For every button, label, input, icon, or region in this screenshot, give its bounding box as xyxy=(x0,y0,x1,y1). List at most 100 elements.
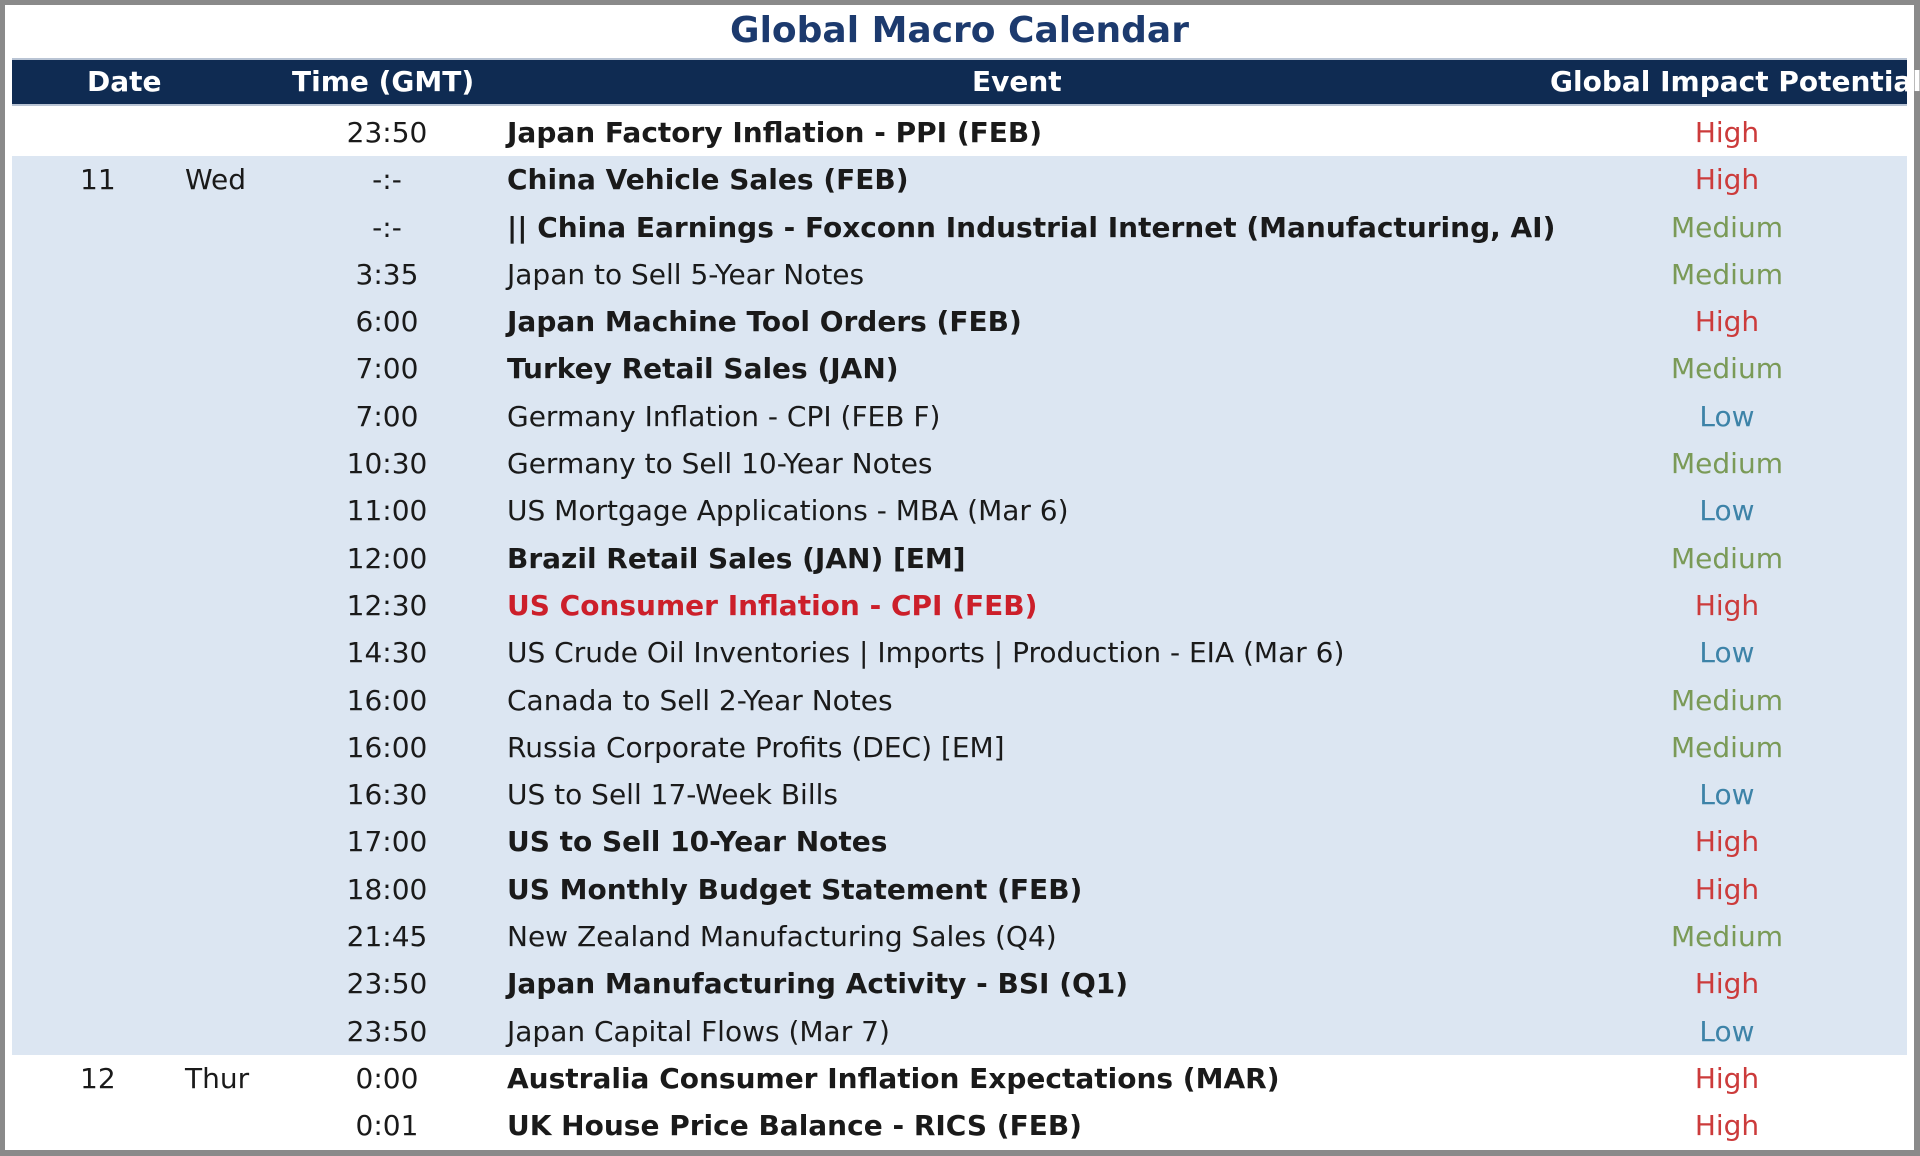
event-name: US Consumer Inflation - CPI (FEB) xyxy=(507,588,1038,622)
impact-level: High xyxy=(1694,825,1760,859)
table-row: 11 Wed -:- China Vehicle Sales (FEB) High xyxy=(12,156,1907,204)
event-name: US Monthly Budget Statement (FEB) xyxy=(507,872,1083,906)
date-day xyxy=(80,204,140,251)
event-name: Japan Capital Flows (Mar 7) xyxy=(507,1014,890,1048)
event-time: 16:00 xyxy=(346,730,428,764)
event-time: 0:00 xyxy=(355,1061,419,1095)
event-time: -:- xyxy=(372,210,402,244)
event-time: 23:50 xyxy=(346,1014,428,1048)
table-row: 18:00 US Monthly Budget Statement (FEB) Hi… xyxy=(12,865,1907,914)
table-row: 23:50 Japan Factory Inflation - PPI (FEB)… xyxy=(12,109,1907,156)
table-row: 7:00 Germany Inflation - CPI (FEB F) Low xyxy=(12,392,1907,441)
event-time: 6:00 xyxy=(355,305,419,339)
event-time: 3:35 xyxy=(355,257,419,291)
impact-level: Low xyxy=(1699,399,1755,433)
date-day xyxy=(80,866,140,913)
header-time: Time (GMT) xyxy=(292,65,475,98)
event-time: 17:00 xyxy=(346,825,428,859)
date-day xyxy=(80,724,140,771)
impact-level: High xyxy=(1694,1061,1760,1095)
event-name: US to Sell 10-Year Notes xyxy=(507,825,888,859)
date-day xyxy=(80,629,140,676)
impact-level: Low xyxy=(1699,494,1755,528)
table-row: -:- || China Earnings - Foxconn Industria… xyxy=(12,203,1907,251)
table-row: 3:35 Japan to Sell 5-Year Notes Medium xyxy=(12,250,1907,299)
table-row: 16:00 Canada to Sell 2-Year Notes Medium xyxy=(12,676,1907,724)
table-row: 14:30 US Crude Oil Inventories | Imports … xyxy=(12,629,1907,677)
event-name: Germany to Sell 10-Year Notes xyxy=(507,447,933,481)
impact-level: High xyxy=(1694,116,1760,149)
event-name: Canada to Sell 2-Year Notes xyxy=(507,683,893,717)
event-name: Japan Machine Tool Orders (FEB) xyxy=(507,305,1022,339)
date-day xyxy=(80,535,140,582)
event-name: UK House Price Balance - RICS (FEB) xyxy=(507,1109,1082,1143)
date-day: 12 xyxy=(80,1061,116,1095)
event-time: 23:50 xyxy=(346,116,428,149)
impact-level: Medium xyxy=(1671,541,1783,575)
event-time: 12:30 xyxy=(346,588,428,622)
event-time: 10:30 xyxy=(346,447,428,481)
table-header: Date Time (GMT) Event Global Impact Pote… xyxy=(12,58,1920,106)
date-day: 11 xyxy=(80,163,116,197)
header-event: Event xyxy=(972,65,1062,98)
header-date: Date xyxy=(87,65,162,98)
date-day xyxy=(80,109,140,156)
event-name: || China Earnings - Foxconn Industrial I… xyxy=(507,210,1556,244)
table-row: 17:00 US to Sell 10-Year Notes High xyxy=(12,818,1907,866)
date-day xyxy=(80,393,140,440)
event-time: 7:00 xyxy=(355,352,419,386)
table-row: 6:00 Japan Machine Tool Orders (FEB) High xyxy=(12,298,1907,346)
event-name: New Zealand Manufacturing Sales (Q4) xyxy=(507,920,1057,954)
date-day xyxy=(80,1008,140,1055)
impact-level: High xyxy=(1694,588,1760,622)
event-name: Russia Corporate Profits (DEC) [EM] xyxy=(507,730,1005,764)
impact-level: High xyxy=(1694,305,1760,339)
impact-level: Low xyxy=(1699,636,1755,670)
event-time: 21:45 xyxy=(346,920,428,954)
table-row: 11:00 US Mortgage Applications - MBA (Mar… xyxy=(12,487,1907,535)
date-day xyxy=(80,1102,140,1149)
event-time: 0:01 xyxy=(355,1109,419,1143)
event-name: US Crude Oil Inventories | Imports | Pro… xyxy=(507,636,1345,670)
event-name: Japan Factory Inflation - PPI (FEB) xyxy=(507,116,1043,149)
date-day xyxy=(80,298,140,345)
event-time: 16:00 xyxy=(346,683,428,717)
table-row: 16:00 Russia Corporate Profits (DEC) [EM]… xyxy=(12,723,1907,772)
table-row: 12:30 US Consumer Inflation - CPI (FEB) Hi… xyxy=(12,581,1907,630)
date-day xyxy=(80,818,140,865)
table-row: 10:30 Germany to Sell 10-Year Notes Medium xyxy=(12,440,1907,488)
event-time: 7:00 xyxy=(355,399,419,433)
date-day xyxy=(80,913,140,960)
event-name: Brazil Retail Sales (JAN) [EM] xyxy=(507,541,966,575)
date-day xyxy=(80,771,140,818)
table-row: 23:50 Japan Manufacturing Activity - BSI … xyxy=(12,960,1907,1008)
event-time: 14:30 xyxy=(346,636,428,670)
impact-level: High xyxy=(1694,163,1760,197)
table-row: 16:30 US to Sell 17-Week Bills Low xyxy=(12,771,1907,819)
calendar-table-body: 23:50 Japan Factory Inflation - PPI (FEB)… xyxy=(12,109,1907,1150)
impact-level: Low xyxy=(1699,778,1755,812)
impact-level: Low xyxy=(1699,1014,1755,1048)
header-impact: Global Impact Potential xyxy=(1550,65,1920,98)
date-day xyxy=(80,677,140,724)
table-row: 7:00 Turkey Retail Sales (JAN) Medium xyxy=(12,345,1907,393)
impact-level: Medium xyxy=(1671,683,1783,717)
event-name: US to Sell 17-Week Bills xyxy=(507,778,838,812)
event-time: 18:00 xyxy=(346,872,428,906)
date-day xyxy=(80,487,140,534)
impact-level: Medium xyxy=(1671,730,1783,764)
event-name: Germany Inflation - CPI (FEB F) xyxy=(507,399,941,433)
event-name: China Vehicle Sales (FEB) xyxy=(507,163,909,197)
impact-level: Medium xyxy=(1671,447,1783,481)
impact-level: High xyxy=(1694,967,1760,1001)
date-day xyxy=(80,440,140,487)
event-time: 12:00 xyxy=(346,541,428,575)
impact-level: Medium xyxy=(1671,257,1783,291)
event-name: Turkey Retail Sales (JAN) xyxy=(507,352,899,386)
date-day xyxy=(80,251,140,298)
event-time: 23:50 xyxy=(346,967,428,1001)
calendar-frame: Global Macro Calendar Date Time (GMT) Ev… xyxy=(0,0,1920,1156)
event-name: Australia Consumer Inflation Expectation… xyxy=(507,1061,1280,1095)
impact-level: Medium xyxy=(1671,920,1783,954)
table-row: 0:01 UK House Price Balance - RICS (FEB) H… xyxy=(12,1102,1907,1149)
